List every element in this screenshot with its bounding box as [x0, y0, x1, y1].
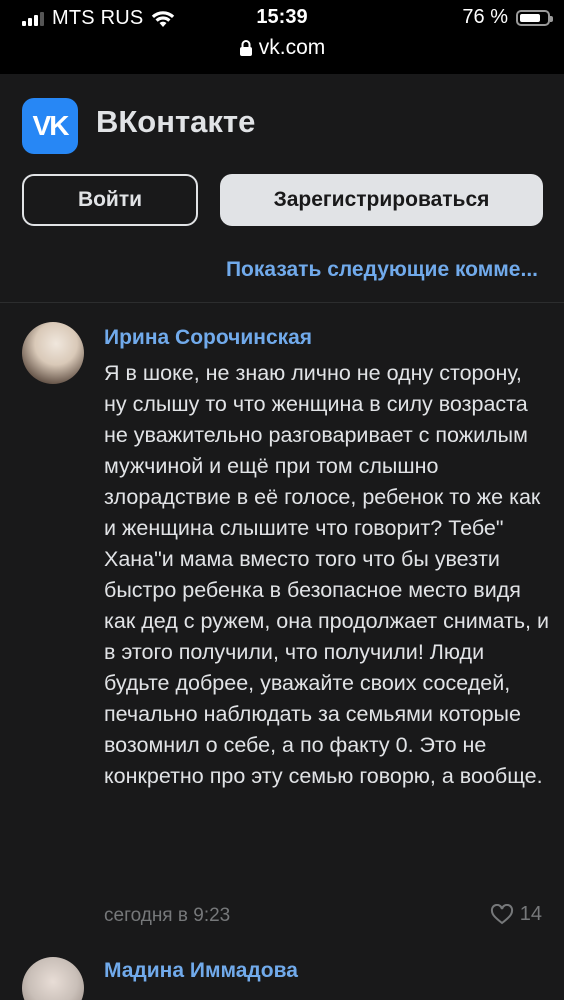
- like-button[interactable]: 14: [490, 903, 542, 926]
- register-button[interactable]: Зарегистрироваться: [220, 174, 543, 226]
- like-count: 14: [519, 903, 542, 925]
- comment-author[interactable]: Ирина Сорочинская: [104, 326, 312, 350]
- vk-header: VK ВКонтакте Войти Зарегистрироваться: [0, 74, 564, 264]
- avatar[interactable]: [22, 957, 84, 1000]
- comment-text: Я в шоке, не знаю лично не одну сторону,…: [104, 361, 549, 788]
- url-text: vk.com: [258, 36, 326, 59]
- site-title: ВКонтакте: [96, 104, 256, 139]
- divider: [0, 302, 564, 303]
- comment-time[interactable]: сегодня в 9:23: [104, 905, 230, 927]
- battery-fill: [520, 13, 540, 22]
- status-bar: MTS RUS 15:39 76 % vk.com: [0, 0, 564, 74]
- heart-icon: [490, 904, 513, 925]
- status-right: 76 %: [462, 6, 553, 29]
- lock-icon: [239, 40, 252, 56]
- login-button[interactable]: Войти: [22, 174, 198, 226]
- battery-percent: 76 %: [462, 6, 508, 28]
- show-more-comments-link[interactable]: Показать следующие комме...: [226, 258, 538, 282]
- page: MTS RUS 15:39 76 % vk.com VK ВКонтакте В…: [0, 0, 564, 1000]
- vk-logo-icon[interactable]: VK: [22, 98, 78, 154]
- battery-icon: [516, 9, 553, 26]
- comment-author[interactable]: Мадина Иммадова: [104, 959, 298, 983]
- avatar[interactable]: [22, 322, 84, 384]
- address-bar[interactable]: vk.com: [0, 36, 564, 60]
